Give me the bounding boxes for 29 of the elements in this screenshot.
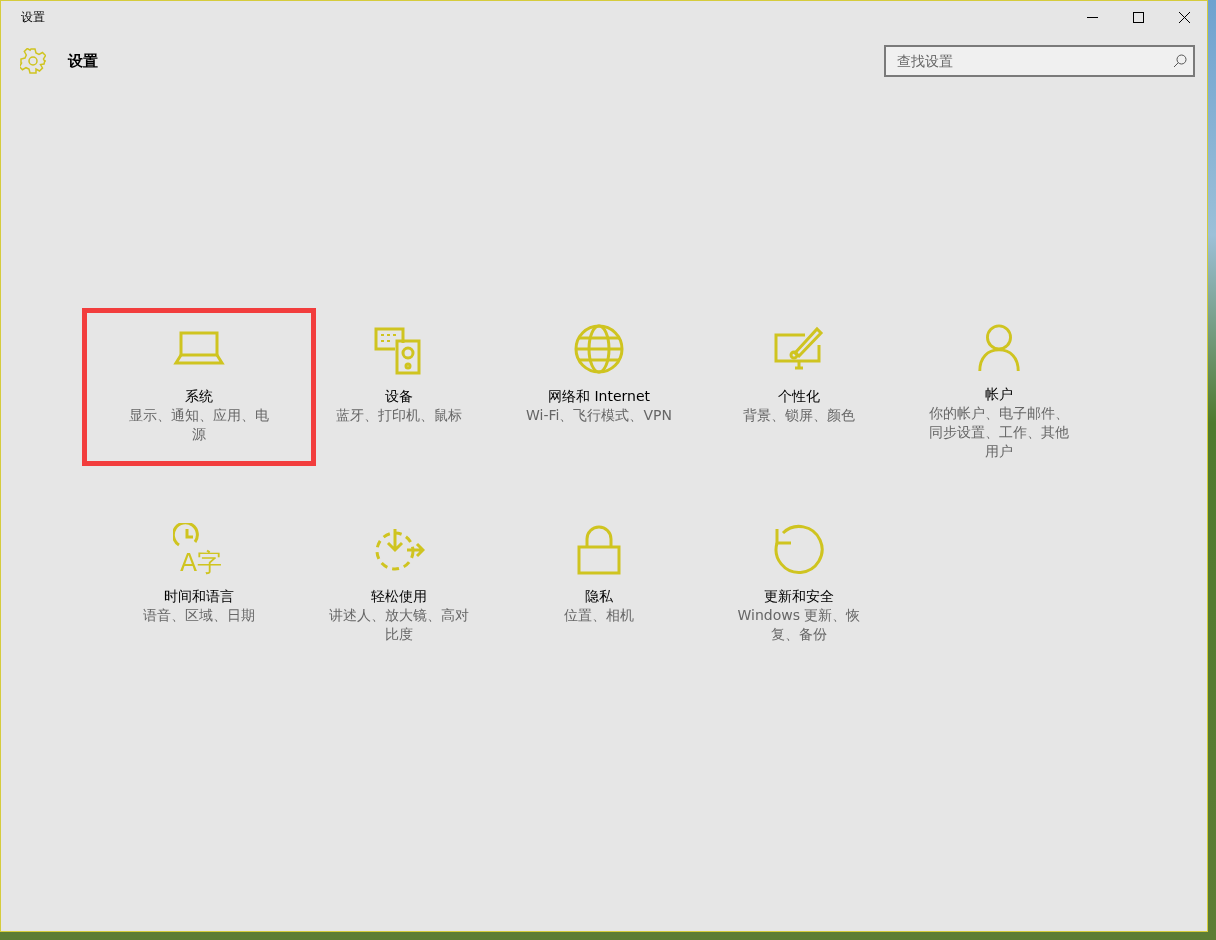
tile-label: 帐户: [985, 385, 1013, 404]
close-icon: [1178, 11, 1190, 23]
tile-label: 轻松使用: [371, 587, 427, 606]
tile-description: 位置、相机: [564, 606, 634, 625]
tile-label: 个性化: [778, 387, 820, 406]
tile-label: 网络和 Internet: [547, 387, 650, 406]
tile-label: 时间和语言: [164, 587, 234, 606]
tile-description: 讲述人、放大镜、高对比度: [328, 606, 470, 644]
search-icon: [1173, 54, 1187, 68]
window-title: 设置: [21, 8, 46, 26]
tile-label: 隐私: [585, 587, 613, 606]
tile-description: Wi-Fi、飞行模式、VPN: [526, 406, 672, 425]
search-input[interactable]: 查找设置: [895, 52, 1173, 70]
tile-description: 蓝牙、打印机、鼠标: [336, 406, 462, 425]
tile-label: 设备: [385, 387, 413, 406]
refresh-icon: [773, 523, 825, 575]
tile-label: 系统: [185, 387, 213, 406]
tile-description: 语音、区域、日期: [143, 606, 255, 625]
tile-description: 你的帐户、电子邮件、同步设置、工作、其他用户: [928, 404, 1070, 461]
tile-description: 显示、通知、应用、电源: [128, 406, 270, 444]
highlighted-settings-tile[interactable]: 系统 显示、通知、应用、电源: [82, 308, 316, 466]
gear-icon: [20, 48, 46, 74]
tile-label: 更新和安全: [764, 587, 834, 606]
tile-description: 背景、锁屏、颜色: [743, 406, 855, 425]
page-title: 设置: [68, 51, 99, 71]
globe-icon: [573, 323, 625, 375]
maximize-icon: [1132, 11, 1144, 23]
search-field[interactable]: 查找设置: [884, 45, 1195, 77]
tile-description: Windows 更新、恢复、备份: [736, 606, 862, 644]
